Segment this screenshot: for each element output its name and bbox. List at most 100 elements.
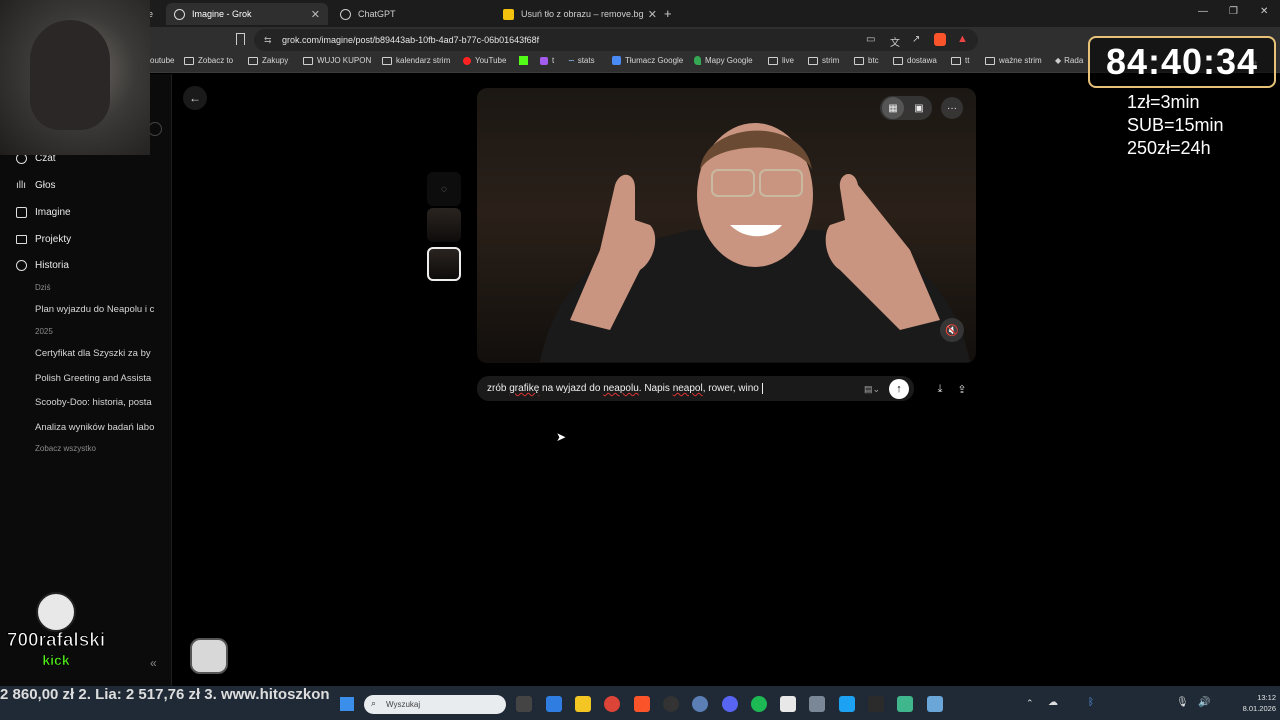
mode-select-icon[interactable]: ▤⌄ [862, 379, 882, 399]
tab-removebg[interactable]: Usuń tło z obrazu – remove.bg ✕ [495, 3, 665, 25]
tab-chatgpt[interactable]: ChatGPT [332, 3, 492, 25]
volume-icon[interactable]: 🔊 [1198, 697, 1210, 708]
bookmark-folder[interactable]: btc [854, 56, 879, 65]
folder-icon [248, 56, 258, 65]
sidebar-item-historia[interactable]: Historia [16, 260, 69, 271]
folder-icon [951, 56, 961, 65]
share-icon[interactable]: ⇪ [952, 379, 972, 399]
bookmark-folder[interactable]: ważne strim [985, 56, 1042, 65]
sidebar-item-projekty[interactable]: Projekty [16, 234, 71, 245]
search-icon: ⌕ [371, 698, 377, 708]
twitch-icon [540, 56, 548, 65]
restore-icon[interactable]: ❐ [1229, 6, 1238, 17]
taskbar-clock[interactable]: 13:12 8.01.2026 [1226, 692, 1276, 714]
microphone-icon[interactable]: 🎙 [1176, 697, 1189, 708]
history-item[interactable]: Polish Greeting and Assista [35, 373, 155, 384]
sidebar-search-icon[interactable] [148, 122, 162, 136]
streamer-logo: 700rafalski kick [4, 592, 108, 674]
history-item[interactable]: Analiza wyników badań labo [35, 422, 155, 433]
taskbar-app-icon[interactable] [692, 696, 708, 712]
bookmark-folder[interactable]: strim [808, 56, 839, 65]
taskbar-app-icon[interactable] [927, 696, 943, 712]
bookmark-folder[interactable]: kalendarz strim [382, 56, 450, 65]
prompt-input[interactable]: zrób grafikę na wyjazd do neapolu. Napis… [477, 376, 914, 401]
tab-imagine-grok[interactable]: Imagine - Grok ✕ [166, 3, 328, 25]
folder-icon [768, 56, 778, 65]
minimize-icon[interactable]: — [1198, 6, 1208, 17]
webcam-person [30, 20, 110, 130]
mute-button[interactable]: 🔇 [940, 318, 964, 342]
video-person-thumbs-up [540, 123, 970, 362]
video-view-icon[interactable]: ▦ [882, 97, 904, 119]
thumbnail-loading[interactable]: ◌ [427, 172, 461, 206]
bookmark-youtube[interactable]: YouTube [463, 56, 506, 65]
back-button[interactable]: ← [183, 86, 207, 110]
calculator-icon[interactable] [809, 696, 825, 712]
thumbnail-video[interactable] [427, 208, 461, 242]
bluetooth-icon[interactable]: ᛒ [1088, 697, 1094, 708]
taskbar-app-icon[interactable] [839, 696, 855, 712]
bookmark-item[interactable]: t [540, 56, 554, 65]
bookmark-kick[interactable] [519, 56, 528, 65]
image-view-icon[interactable]: ▣ [908, 97, 930, 119]
bookmark-folder[interactable]: live [768, 56, 794, 65]
bookmark-maps[interactable]: Mapy Google [694, 56, 753, 65]
close-tab-icon[interactable]: ✕ [648, 8, 657, 21]
history-item[interactable]: Plan wyjazdu do Neapolu i c [35, 304, 155, 315]
history-item[interactable]: Scooby-Doo: historia, posta [35, 397, 155, 408]
spotify-icon[interactable] [751, 696, 767, 712]
translate-icon[interactable]: 文 [890, 34, 900, 49]
user-avatar[interactable] [190, 638, 228, 674]
history-item[interactable]: Certyfikat dla Szyszki za by [35, 348, 155, 359]
subathon-timer: 84:40:34 [1088, 36, 1276, 88]
thumbnail-video-selected[interactable] [427, 247, 461, 281]
bookmark-folder[interactable]: tt [951, 56, 969, 65]
bookmark-translate[interactable]: Tłumacz Google [612, 56, 683, 65]
see-all-history-link[interactable]: Zobacz wszystko [35, 444, 96, 453]
taskbar-app-icon[interactable] [780, 696, 796, 712]
bookmark-folder[interactable]: dostawa [893, 56, 937, 65]
bookmark-stats[interactable]: ∽ stats [568, 56, 595, 65]
cast-icon[interactable]: ▭ [866, 34, 875, 45]
collapse-sidebar-icon[interactable]: « [150, 656, 157, 670]
sidebar-item-imagine[interactable]: Imagine [16, 207, 71, 218]
arrow-up-icon: ↑ [896, 383, 902, 395]
share-icon[interactable]: ↗ [912, 34, 920, 45]
send-button[interactable]: ↑ [889, 379, 909, 399]
taskbar-app-icon[interactable] [546, 696, 562, 712]
folder-icon [303, 56, 313, 65]
task-view-icon[interactable] [516, 696, 532, 712]
bookmark-folder[interactable]: Zakupy [248, 56, 288, 65]
url-bar[interactable]: ⇆ grok.com/imagine/post/b89443ab-10fb-4a… [254, 29, 978, 51]
notepad-icon[interactable] [897, 696, 913, 712]
tray-icon[interactable]: ☁ [1048, 697, 1058, 708]
bookmark-item[interactable]: ◆ Rada [1055, 56, 1083, 65]
site-info-icon[interactable]: ⇆ [264, 35, 272, 46]
taskbar-app-icon[interactable] [868, 696, 884, 712]
taskbar-search[interactable]: ⌕ Wyszukaj [364, 695, 506, 714]
windows-start-icon[interactable] [340, 697, 354, 711]
webcam-overlay [0, 0, 150, 155]
youtube-icon [463, 56, 471, 65]
sidebar-item-glos[interactable]: ıllı Głos [16, 180, 56, 191]
close-window-icon[interactable]: ✕ [1260, 6, 1268, 17]
chrome-icon[interactable] [604, 696, 620, 712]
brave-rewards-icon[interactable]: ▲ [957, 33, 968, 45]
bookmark-folder[interactable]: Zobacz to [184, 56, 233, 65]
bookmark-item[interactable]: outube [150, 56, 174, 65]
obs-icon[interactable] [663, 696, 679, 712]
close-tab-icon[interactable]: ✕ [311, 8, 320, 21]
file-explorer-icon[interactable] [575, 696, 591, 712]
removebg-icon [503, 8, 514, 20]
history-icon [16, 260, 27, 271]
brave-shield-icon[interactable] [934, 33, 946, 46]
discord-icon[interactable] [722, 696, 738, 712]
bookmark-icon[interactable] [236, 33, 245, 45]
tray-overflow-icon[interactable]: ⌃ [1026, 698, 1034, 709]
new-tab-icon[interactable]: + [664, 6, 672, 21]
bookmark-folder[interactable]: WUJO KUPON [303, 56, 371, 65]
stats-icon: ∽ [568, 56, 575, 65]
download-icon[interactable]: ⤓ [930, 379, 950, 399]
brave-icon[interactable] [634, 696, 650, 712]
more-options-icon[interactable]: ··· [941, 97, 963, 119]
